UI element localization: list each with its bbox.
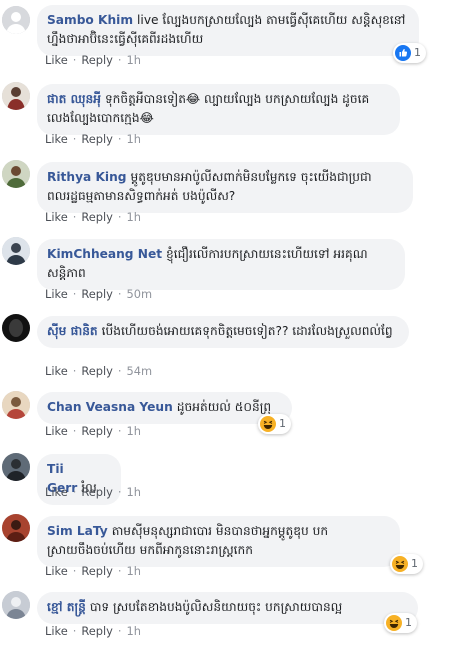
reply-link[interactable]: Reply	[81, 132, 113, 146]
avatar[interactable]	[2, 453, 30, 481]
like-link[interactable]: Like	[45, 424, 68, 438]
reaction-count: 1	[405, 616, 412, 629]
commenter-name[interactable]: ផាត ឈុនអុី	[47, 92, 101, 106]
timestamp[interactable]: 1h	[127, 624, 141, 638]
reply-link[interactable]: Reply	[81, 53, 113, 67]
comment-actions: Like · Reply · 54m	[45, 364, 153, 378]
avatar[interactable]	[2, 391, 30, 419]
comment-actions: Like · Reply · 1h	[45, 485, 141, 499]
commenter-name[interactable]: KimChheang Net	[47, 247, 162, 261]
reply-link[interactable]: Reply	[81, 564, 113, 578]
reply-link[interactable]: Reply	[81, 424, 113, 438]
comment-bubble: ផាត ឈុនអុី ទុកចិត្តអីបានទៀត😂 ល្បាយល្បែង ប…	[37, 84, 400, 135]
comment-bubble: ខ្មៅ តន្រ្តី បាទ ស្របតែខាងបងប៉ូលិសនិយាយចុ…	[37, 592, 418, 624]
commenter-name[interactable]: Sambo Khim	[47, 13, 133, 27]
timestamp[interactable]: 1h	[127, 53, 141, 67]
reply-link[interactable]: Reply	[81, 287, 113, 301]
commenter-name[interactable]: ខ្មៅ តន្រ្តី	[47, 600, 86, 614]
avatar[interactable]	[2, 514, 30, 542]
comment-actions: Like · Reply · 50m	[45, 287, 153, 301]
reply-link[interactable]: Reply	[81, 624, 113, 638]
comment-actions: Like · Reply · 1h	[45, 424, 141, 438]
comment-text: បើងហើយចង់អោយគេទុកចិត្តមេចទៀត?? ដោរលែងស្រ…	[101, 324, 393, 338]
reaction-badge[interactable]: 1	[390, 554, 423, 574]
commenter-name[interactable]: ស៊ីម ផានិត	[47, 324, 98, 338]
avatar[interactable]	[2, 160, 30, 188]
like-link[interactable]: Like	[45, 485, 68, 499]
comment-bubble: Sim LaTy តាមស៊ីមនុស្សរាជាបោរ មិនបានថាអ្នក…	[37, 516, 400, 567]
comment-bubble: KimChheang Net ខ្ញុំជឿរលើការបកស្រាយនេះហើយ…	[37, 239, 405, 290]
reply-link[interactable]: Reply	[81, 210, 113, 224]
reaction-count: 1	[279, 417, 286, 430]
comment-actions: Like · Reply · 1h	[45, 624, 141, 638]
avatar[interactable]	[2, 314, 30, 342]
comment-actions: Like · Reply · 1h	[45, 53, 141, 67]
like-link[interactable]: Like	[45, 287, 68, 301]
reaction-count: 1	[414, 46, 421, 59]
timestamp[interactable]: 1h	[127, 564, 141, 578]
haha-icon	[386, 615, 402, 631]
commenter-name[interactable]: Chan Veasna Yeun	[47, 400, 173, 414]
haha-icon	[260, 416, 276, 432]
commenter-name[interactable]: Rithya King	[47, 170, 127, 184]
comment-bubble: ស៊ីម ផានិត បើងហើយចង់អោយគេទុកចិត្តមេចទៀត??…	[37, 316, 409, 348]
reply-link[interactable]: Reply	[81, 485, 113, 499]
haha-icon	[392, 556, 408, 572]
comment-text: បាទ ស្របតែខាងបងប៉ូលិសនិយាយចុះ បកស្រាយបាន…	[89, 600, 343, 614]
like-icon	[395, 45, 411, 61]
comment-bubble: Sambo Khim live ល្បែងបកស្រាយល្បែង តាមធ្វើ…	[37, 5, 419, 56]
timestamp[interactable]: 1h	[127, 132, 141, 146]
like-link[interactable]: Like	[45, 210, 68, 224]
like-link[interactable]: Like	[45, 564, 68, 578]
avatar[interactable]	[2, 237, 30, 265]
like-link[interactable]: Like	[45, 53, 68, 67]
timestamp[interactable]: 54m	[127, 364, 153, 378]
commenter-name[interactable]: Sim LaTy	[47, 524, 108, 538]
timestamp[interactable]: 1h	[127, 424, 141, 438]
reaction-count: 1	[411, 557, 418, 570]
timestamp[interactable]: 50m	[127, 287, 153, 301]
timestamp[interactable]: 1h	[127, 210, 141, 224]
like-link[interactable]: Like	[45, 624, 68, 638]
reaction-badge[interactable]: 1	[258, 414, 291, 434]
comment-text: ដូចអត់យល់ ៥០នីព្រុ	[176, 400, 272, 414]
comment-actions: Like · Reply · 1h	[45, 132, 141, 146]
like-link[interactable]: Like	[45, 364, 68, 378]
reaction-badge[interactable]: 1	[384, 613, 417, 633]
comment-actions: Like · Reply · 1h	[45, 210, 141, 224]
reaction-badge[interactable]: 1	[393, 43, 426, 63]
avatar[interactable]	[2, 591, 30, 619]
timestamp[interactable]: 1h	[127, 485, 141, 499]
like-link[interactable]: Like	[45, 132, 68, 146]
comment-actions: Like · Reply · 1h	[45, 564, 141, 578]
comment-bubble: Rithya King ម្តូតូឌុបមានអាប៉ូលីសពាក់មិនបម…	[37, 162, 413, 213]
reply-link[interactable]: Reply	[81, 364, 113, 378]
avatar[interactable]	[2, 6, 30, 34]
comment-bubble: Chan Veasna Yeun ដូចអត់យល់ ៥០នីព្រុ	[37, 392, 292, 424]
avatar[interactable]	[2, 82, 30, 110]
